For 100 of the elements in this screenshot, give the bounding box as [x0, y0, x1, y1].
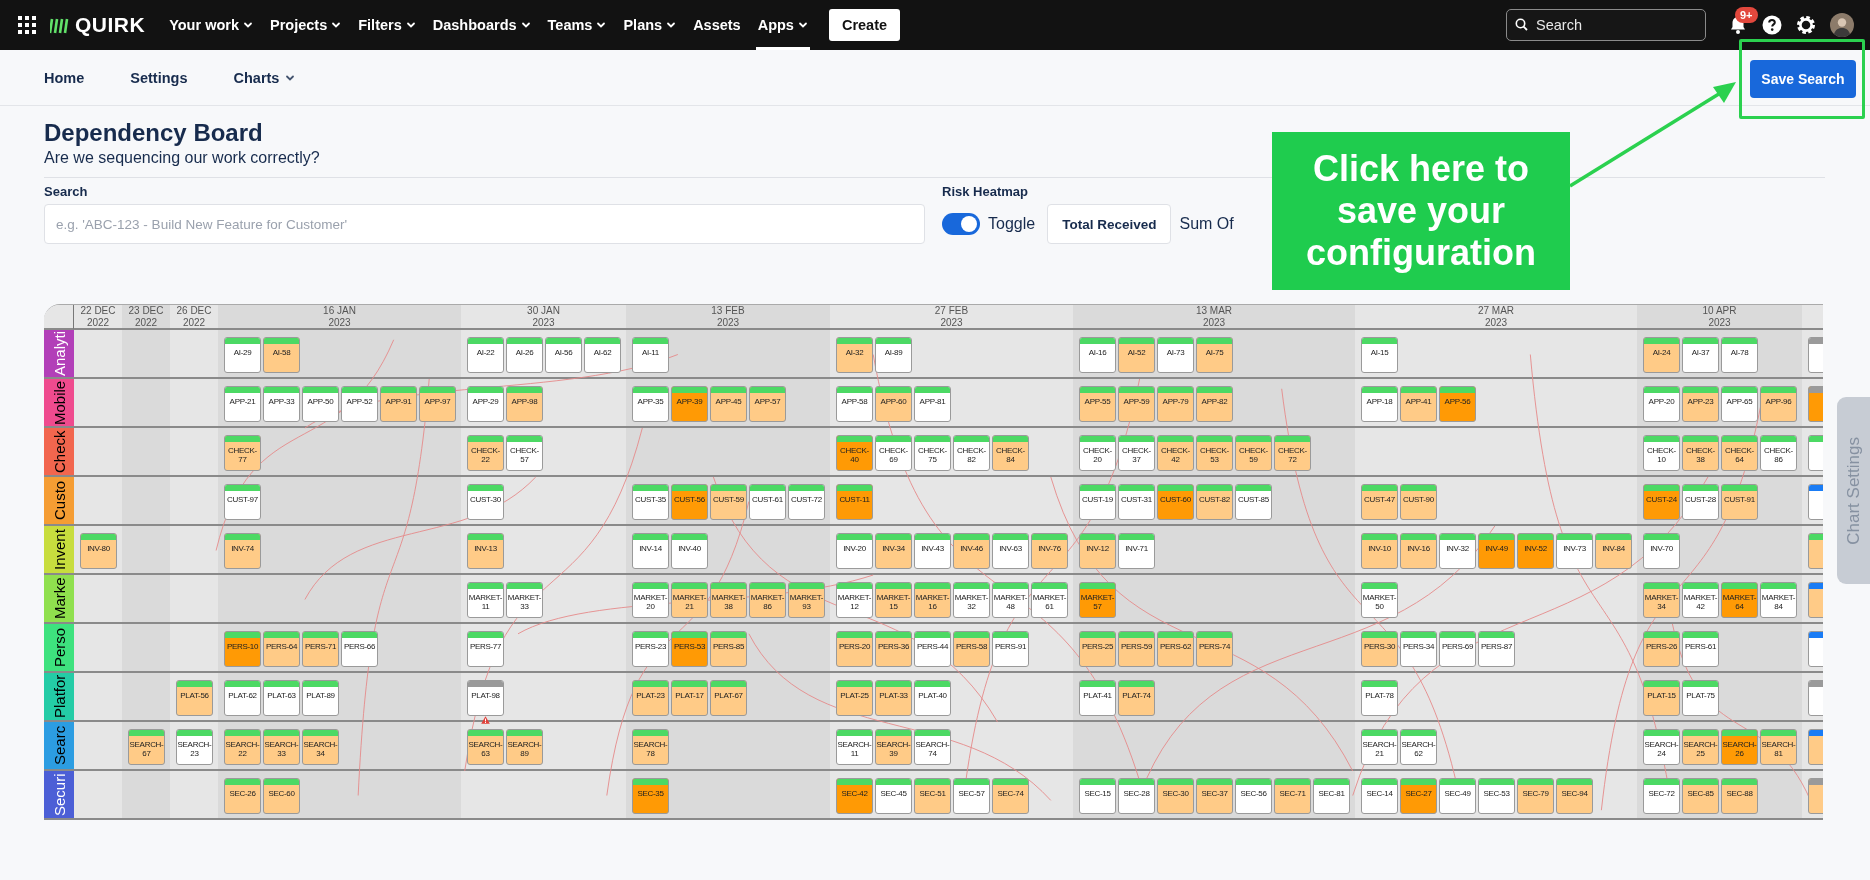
issue-card[interactable]: PLAT-17: [671, 680, 708, 716]
issue-card[interactable]: PERS-77: [467, 631, 504, 667]
issue-card[interactable]: INV-46: [953, 533, 990, 569]
issue-card[interactable]: PERS-64: [263, 631, 300, 667]
issue-card[interactable]: PERS-62: [1157, 631, 1194, 667]
issue-card[interactable]: INV-12: [1079, 533, 1116, 569]
issue-card[interactable]: MARKET-84: [1760, 582, 1797, 618]
issue-card[interactable]: SEARCH-67: [128, 729, 165, 765]
issue-card[interactable]: AI-37: [1682, 337, 1719, 373]
issue-card[interactable]: CHECK-10: [1643, 435, 1680, 471]
issue-card[interactable]: APP-57: [749, 386, 786, 422]
issue-card[interactable]: PERS-59: [1118, 631, 1155, 667]
issue-card[interactable]: APP-50: [302, 386, 339, 422]
settings-icon[interactable]: [1796, 15, 1816, 35]
issue-card[interactable]: AI-16: [1079, 337, 1116, 373]
issue-card[interactable]: AI-56: [545, 337, 582, 373]
issue-card[interactable]: MARKET-61: [1031, 582, 1068, 618]
issue-card[interactable]: CUST-72: [788, 484, 825, 520]
menu-item[interactable]: Dashboards: [430, 0, 533, 50]
issue-card[interactable]: AI-15: [1361, 337, 1398, 373]
issue-card[interactable]: PLAT-33: [875, 680, 912, 716]
issue-card[interactable]: SEARCH-89: [506, 729, 543, 765]
issue-card[interactable]: INV-80: [80, 533, 117, 569]
issue-card[interactable]: PERS-25: [1079, 631, 1116, 667]
issue-card[interactable]: SEC-71: [1274, 778, 1311, 814]
issue-card[interactable]: APP-65: [1721, 386, 1758, 422]
issue-card[interactable]: SEARCH-63: [467, 729, 504, 765]
apps-grid-icon[interactable]: [18, 16, 36, 34]
issue-card[interactable]: INV-20: [836, 533, 873, 569]
issue-card[interactable]: INV-13: [467, 533, 504, 569]
issue-card[interactable]: MARKET-50: [1361, 582, 1398, 618]
issue-card[interactable]: CHECK-42: [1157, 435, 1194, 471]
issue-card[interactable]: SEARCH-81: [1760, 729, 1797, 765]
issue-card[interactable]: CUST-30: [467, 484, 504, 520]
issue-card[interactable]: INV-70: [1643, 533, 1680, 569]
issue-card[interactable]: PERS-44: [914, 631, 951, 667]
issue-card[interactable]: APP-60: [875, 386, 912, 422]
nav-tab[interactable]: Settings: [122, 63, 196, 92]
total-received-button[interactable]: Total Received: [1047, 204, 1172, 244]
issue-card[interactable]: SEC-57: [953, 778, 990, 814]
issue-card[interactable]: INV-14: [632, 533, 669, 569]
issue-card[interactable]: APP-96: [1760, 386, 1797, 422]
issue-card[interactable]: CUST-85: [1235, 484, 1272, 520]
issue-card[interactable]: CHECK-77: [224, 435, 261, 471]
issue-card[interactable]: MARKET-21: [671, 582, 708, 618]
issue-card[interactable]: APP-97: [419, 386, 456, 422]
issue-card[interactable]: CUST-47: [1361, 484, 1398, 520]
issue-card[interactable]: APP-56: [1439, 386, 1476, 422]
issue-card[interactable]: CUST-24: [1643, 484, 1680, 520]
issue-card[interactable]: PERS-69: [1439, 631, 1476, 667]
issue-card[interactable]: PLAT-25: [836, 680, 873, 716]
issue-card[interactable]: CUST-90: [1400, 484, 1437, 520]
issue-card[interactable]: INV-40: [671, 533, 708, 569]
issue-card[interactable]: SEARCH-11: [836, 729, 873, 765]
issue-card[interactable]: APP-35: [632, 386, 669, 422]
issue-card[interactable]: PERS-71: [302, 631, 339, 667]
issue-card[interactable]: PERS-36: [875, 631, 912, 667]
issue-card[interactable]: AI-58: [263, 337, 300, 373]
nav-tab[interactable]: Charts: [225, 63, 304, 92]
issue-card[interactable]: APP-58: [836, 386, 873, 422]
issue-card[interactable]: AI-26: [506, 337, 543, 373]
issue-card[interactable]: SEC-79: [1517, 778, 1554, 814]
save-search-button[interactable]: Save Search: [1750, 59, 1856, 98]
issue-card[interactable]: INV-74: [224, 533, 261, 569]
issue-card[interactable]: CHECK-57: [506, 435, 543, 471]
issue-card[interactable]: CHECK-59: [1235, 435, 1272, 471]
issue-card[interactable]: PERS-10: [224, 631, 261, 667]
issue-card[interactable]: PLAT-89: [302, 680, 339, 716]
menu-item[interactable]: Assets: [691, 0, 743, 50]
issue-card[interactable]: MARKET-48: [992, 582, 1029, 618]
issue-card[interactable]: CUST-97: [224, 484, 261, 520]
menu-item[interactable]: Teams: [545, 0, 609, 50]
issue-card[interactable]: PERS-85: [710, 631, 747, 667]
issue-card[interactable]: AI-11: [632, 337, 669, 373]
issue-card[interactable]: PLAT-63: [263, 680, 300, 716]
issue-card[interactable]: CHECK-75: [914, 435, 951, 471]
issue-card[interactable]: CUST-11: [836, 484, 873, 520]
issue-card[interactable]: INV-34: [875, 533, 912, 569]
issue-card[interactable]: SEARCH-23: [176, 729, 213, 765]
issue-card[interactable]: SEC-27: [1400, 778, 1437, 814]
issue-card[interactable]: AI-22: [467, 337, 504, 373]
issue-card[interactable]: SEC-53: [1478, 778, 1515, 814]
issue-card[interactable]: AI-52: [1118, 337, 1155, 373]
issue-card[interactable]: INV-71: [1118, 533, 1155, 569]
issue-card[interactable]: SEARCH-26: [1721, 729, 1758, 765]
issue-card[interactable]: AI-24: [1643, 337, 1680, 373]
issue-card[interactable]: PERS-74: [1196, 631, 1233, 667]
issue-card[interactable]: AI-75: [1196, 337, 1233, 373]
issue-card[interactable]: MARKET-33: [506, 582, 543, 618]
issue-card[interactable]: AI-78: [1721, 337, 1758, 373]
issue-card[interactable]: CHECK-37: [1118, 435, 1155, 471]
menu-item[interactable]: Your work: [167, 0, 255, 50]
issue-card[interactable]: APP-23: [1682, 386, 1719, 422]
issue-card[interactable]: AI-29: [224, 337, 261, 373]
issue-card[interactable]: INV-10: [1361, 533, 1398, 569]
issue-card[interactable]: SEARCH-74: [914, 729, 951, 765]
issue-card[interactable]: PLAT-74: [1118, 680, 1155, 716]
issue-card[interactable]: PERS-34: [1400, 631, 1437, 667]
issue-card[interactable]: PLAT-15: [1643, 680, 1680, 716]
issue-card[interactable]: CHECK-38: [1682, 435, 1719, 471]
